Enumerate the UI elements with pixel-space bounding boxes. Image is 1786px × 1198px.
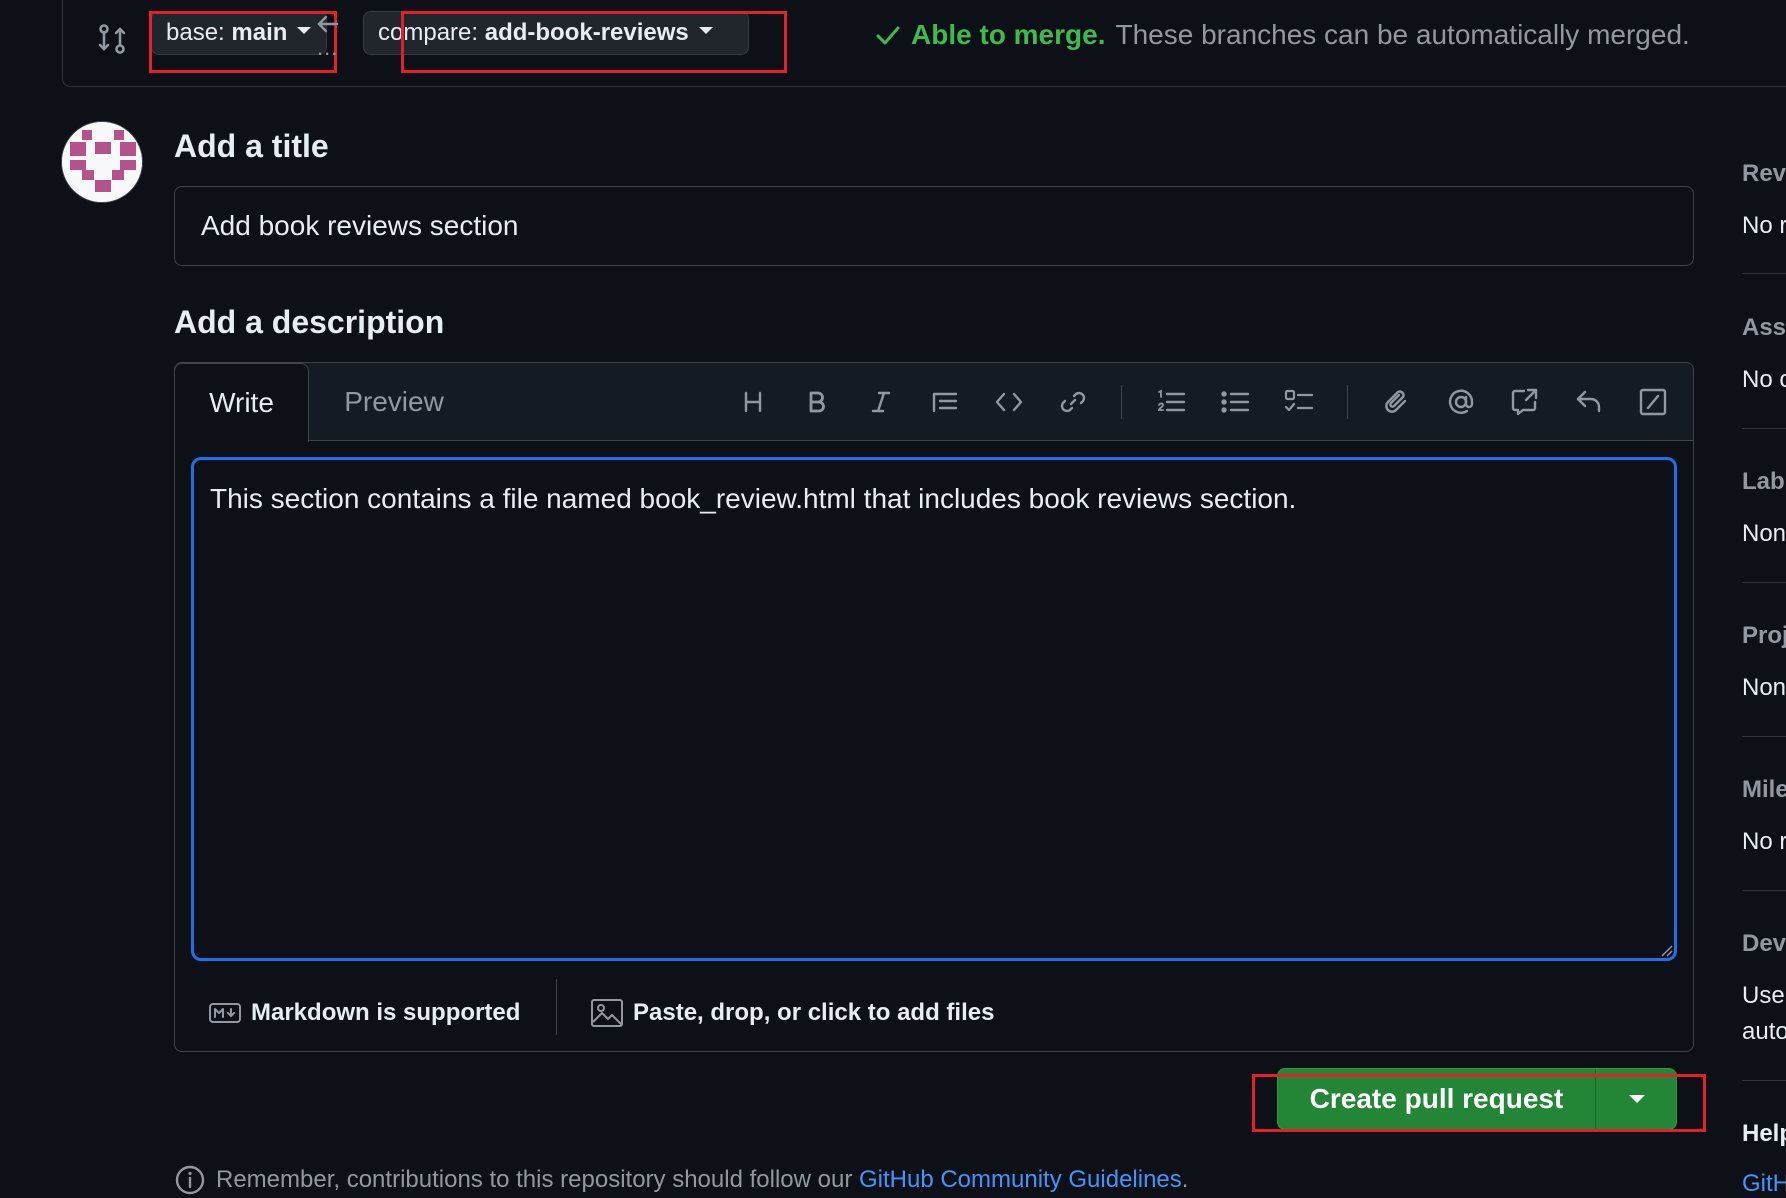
base-branch-select[interactable]: base: main bbox=[151, 11, 327, 55]
mention-icon[interactable] bbox=[1444, 385, 1478, 419]
image-icon bbox=[591, 998, 623, 1028]
create-pull-request-button-group: Create pull request bbox=[1277, 1068, 1677, 1130]
add-files-text: Paste, drop, or click to add files bbox=[633, 999, 995, 1026]
description-heading: Add a description bbox=[174, 304, 445, 340]
sidebar-reviewers-heading[interactable]: Rev bbox=[1742, 160, 1786, 188]
task-list-icon[interactable] bbox=[1282, 385, 1316, 419]
merge-message: These branches can be automatically merg… bbox=[1115, 19, 1690, 50]
footer-divider bbox=[556, 979, 557, 1035]
sidebar-milestone-value: No r bbox=[1742, 828, 1786, 855]
compare-branch-select[interactable]: compare: add-book-reviews bbox=[363, 11, 749, 55]
tab-write[interactable]: Write bbox=[174, 363, 309, 442]
bold-icon[interactable] bbox=[800, 385, 834, 419]
arrow-left-icon bbox=[315, 13, 341, 35]
sidebar-help-link[interactable]: GitH bbox=[1742, 1170, 1786, 1198]
ordered-list-icon[interactable] bbox=[1154, 385, 1188, 419]
title-heading: Add a title bbox=[174, 128, 329, 164]
unordered-list-icon[interactable] bbox=[1218, 385, 1252, 419]
editor-toolbar: Write Preview bbox=[174, 363, 1693, 442]
contribution-note: Remember, contributions to this reposito… bbox=[174, 1164, 1188, 1196]
sidebar-development-value: Use bbox=[1742, 982, 1785, 1009]
sidebar-reviewers-value: No r bbox=[1742, 212, 1786, 239]
code-icon[interactable] bbox=[992, 385, 1026, 419]
note-period: . bbox=[1181, 1166, 1189, 1193]
create-pull-request-button[interactable]: Create pull request bbox=[1278, 1069, 1595, 1129]
sidebar-labels-heading[interactable]: Lab bbox=[1742, 468, 1785, 496]
italic-icon[interactable] bbox=[864, 385, 898, 419]
title-input[interactable] bbox=[174, 186, 1694, 266]
info-icon bbox=[174, 1164, 206, 1196]
base-branch-name: main bbox=[231, 19, 288, 46]
toolbar-divider bbox=[1121, 385, 1122, 419]
markdown-note-text: Markdown is supported bbox=[251, 999, 521, 1026]
undo-icon[interactable] bbox=[1572, 385, 1606, 419]
merge-ok-text: Able to merge. bbox=[911, 19, 1106, 50]
create-options-dropdown[interactable] bbox=[1596, 1069, 1676, 1129]
tab-preview[interactable]: Preview bbox=[309, 363, 479, 441]
slash-commands-icon[interactable] bbox=[1636, 385, 1670, 419]
toolbar-divider bbox=[1347, 385, 1348, 419]
git-compare-icon bbox=[97, 23, 127, 55]
compare-branch-name: add-book-reviews bbox=[484, 19, 689, 46]
sidebar-development-value-line2: auto bbox=[1742, 1018, 1786, 1045]
add-files-area[interactable]: Paste, drop, or click to add files bbox=[591, 983, 994, 1043]
community-guidelines-link[interactable]: GitHub Community Guidelines bbox=[859, 1166, 1182, 1193]
sidebar-divider bbox=[1742, 1080, 1786, 1081]
sidebar-projects-value: Non bbox=[1742, 674, 1786, 701]
avatar[interactable] bbox=[61, 121, 143, 203]
base-label: base: bbox=[166, 19, 225, 46]
sidebar-development-heading[interactable]: Dev bbox=[1742, 930, 1786, 958]
swap-dots: ... bbox=[317, 35, 339, 60]
compare-bar: base: main ... compare: add-book-reviews… bbox=[62, 0, 1786, 87]
sidebar-divider bbox=[1742, 582, 1786, 583]
chevron-down-icon bbox=[297, 26, 312, 34]
resize-handle-icon[interactable] bbox=[1661, 945, 1673, 957]
attach-icon[interactable] bbox=[1380, 385, 1414, 419]
contribution-note-text: Remember, contributions to this reposito… bbox=[216, 1166, 853, 1193]
markdown-note[interactable]: Markdown is supported bbox=[209, 983, 520, 1043]
sidebar-projects-heading[interactable]: Proj bbox=[1742, 622, 1786, 650]
chevron-down-icon bbox=[698, 26, 713, 34]
description-editor: Write Preview This section contains a fi… bbox=[174, 362, 1694, 1052]
sidebar-divider bbox=[1742, 890, 1786, 891]
quote-icon[interactable] bbox=[928, 385, 962, 419]
merge-status: Able to merge. These branches can be aut… bbox=[875, 19, 1690, 51]
sidebar-milestone-heading[interactable]: Mile bbox=[1742, 776, 1786, 804]
sidebar-divider bbox=[1742, 736, 1786, 737]
sidebar-labels-value: Non bbox=[1742, 520, 1786, 547]
sidebar-divider bbox=[1742, 273, 1786, 274]
chevron-down-icon bbox=[1629, 1095, 1645, 1103]
markdown-icon bbox=[209, 1002, 241, 1024]
heading-icon[interactable] bbox=[736, 385, 770, 419]
sidebar-assignees-value: No o bbox=[1742, 366, 1786, 393]
sidebar-divider bbox=[1742, 428, 1786, 429]
check-icon bbox=[875, 24, 901, 46]
link-icon[interactable] bbox=[1056, 385, 1090, 419]
compare-label: compare: bbox=[378, 19, 479, 46]
sidebar-assignees-heading[interactable]: Ass bbox=[1742, 314, 1786, 342]
sidebar-help-heading: Help bbox=[1742, 1120, 1786, 1147]
description-textarea[interactable]: This section contains a file named book_… bbox=[191, 457, 1677, 961]
reference-icon[interactable] bbox=[1508, 385, 1542, 419]
